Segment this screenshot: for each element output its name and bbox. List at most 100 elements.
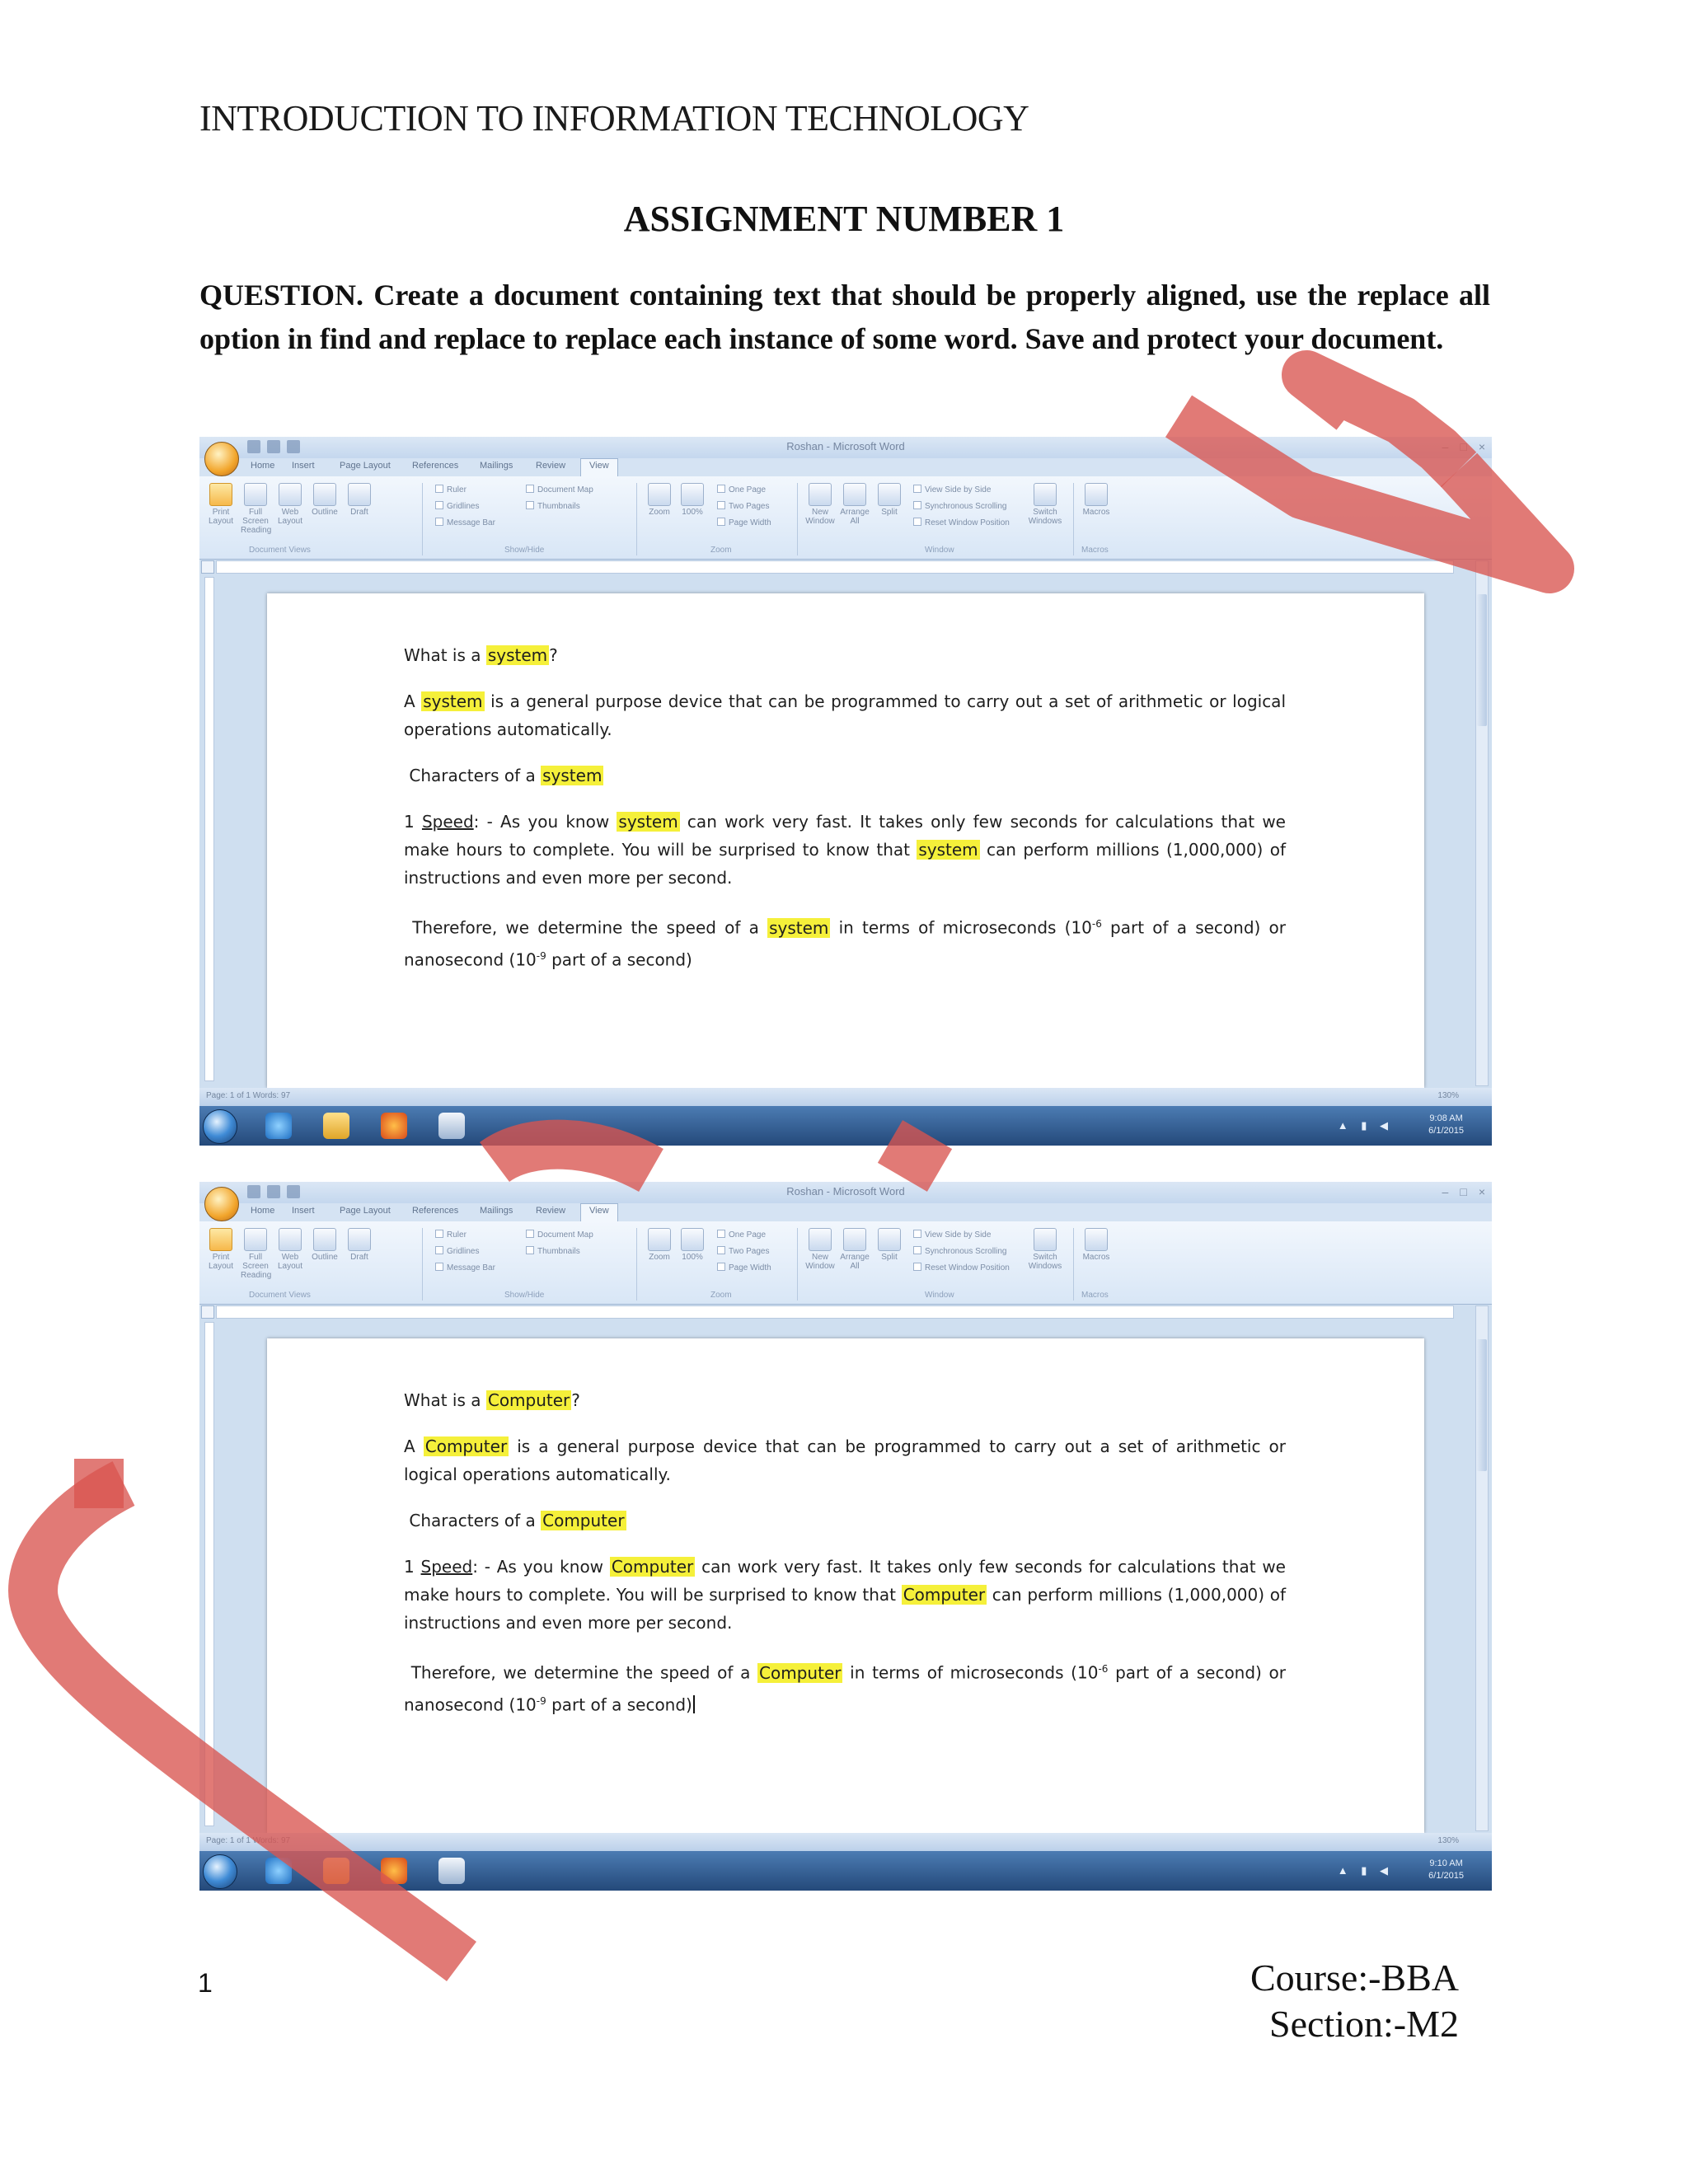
folder-icon[interactable]	[323, 1113, 349, 1139]
document-page[interactable]: What is a Computer? A Computer is a gene…	[267, 1338, 1424, 1833]
internet-explorer-icon[interactable]	[265, 1113, 292, 1139]
status-zoom[interactable]: 130%	[1437, 1836, 1459, 1845]
start-button[interactable]	[203, 1109, 237, 1144]
document-map-checkbox[interactable]: Document Map	[526, 1230, 593, 1240]
zoom-100-button[interactable]: 100%	[678, 1228, 707, 1262]
macros-button[interactable]: Macros	[1081, 1228, 1111, 1262]
document-page[interactable]: What is a system? A system is a general …	[267, 593, 1424, 1088]
office-button[interactable]	[204, 442, 239, 476]
firefox-icon[interactable]	[381, 1858, 407, 1884]
tab-insert[interactable]: Insert	[292, 1206, 315, 1216]
tab-page-layout[interactable]: Page Layout	[340, 461, 391, 471]
tab-references[interactable]: References	[412, 1206, 458, 1216]
maximize-icon[interactable]: □	[1460, 1185, 1466, 1198]
two-pages-button[interactable]: Two Pages	[717, 501, 769, 511]
tab-mailings[interactable]: Mailings	[480, 1206, 513, 1216]
thumbnails-checkbox[interactable]: Thumbnails	[526, 1246, 580, 1256]
taskbar-clock[interactable]: 9:10 AM 6/1/2015	[1428, 1858, 1464, 1882]
close-icon[interactable]: ×	[1479, 1185, 1485, 1198]
outline-button[interactable]: Outline	[310, 483, 340, 517]
folder-icon[interactable]	[323, 1858, 349, 1884]
ruler-toggle[interactable]	[201, 1305, 214, 1319]
word-taskbar-icon[interactable]	[438, 1858, 465, 1884]
reset-window-position-button[interactable]: Reset Window Position	[913, 1263, 1010, 1272]
web-layout-button[interactable]: Web Layout	[275, 1228, 305, 1271]
view-side-by-side-button[interactable]: View Side by Side	[913, 485, 991, 494]
highlighted-word: system	[485, 645, 550, 665]
ruler-checkbox[interactable]: Ruler	[435, 1230, 467, 1240]
draft-button[interactable]: Draft	[345, 1228, 374, 1262]
doc-heading: What is a system?	[404, 645, 558, 665]
zoom-icon	[648, 1228, 671, 1251]
system-tray[interactable]: ▲ ▮ ◀	[1338, 1119, 1393, 1132]
web-layout-button[interactable]: Web Layout	[275, 483, 305, 526]
switch-windows-button[interactable]: Switch Windows	[1024, 1228, 1067, 1271]
split-button[interactable]: Split	[874, 483, 904, 517]
word-screenshot-before: Roshan - Microsoft Word – □ × Home Insert …	[199, 437, 1492, 1146]
tab-view[interactable]: View	[580, 458, 618, 478]
scroll-thumb[interactable]	[1477, 1339, 1487, 1471]
minimize-icon[interactable]: –	[1442, 1185, 1449, 1198]
horizontal-ruler[interactable]	[216, 560, 1454, 574]
close-icon[interactable]: ×	[1479, 440, 1485, 453]
draft-button[interactable]: Draft	[345, 483, 374, 517]
print-layout-button[interactable]: Print Layout	[206, 1228, 236, 1271]
message-bar-checkbox[interactable]: Message Bar	[435, 518, 495, 527]
tab-review[interactable]: Review	[536, 1206, 565, 1216]
word-taskbar-icon[interactable]	[438, 1113, 465, 1139]
new-window-button[interactable]: New Window	[805, 483, 835, 526]
full-screen-reading-button[interactable]: Full Screen Reading	[241, 1228, 271, 1280]
horizontal-ruler[interactable]	[216, 1305, 1454, 1319]
view-side-by-side-button[interactable]: View Side by Side	[913, 1230, 991, 1240]
internet-explorer-icon[interactable]	[265, 1858, 292, 1884]
outline-button[interactable]: Outline	[310, 1228, 340, 1262]
zoom-100-button[interactable]: 100%	[678, 483, 707, 517]
ruler-toggle[interactable]	[201, 560, 214, 574]
gridlines-checkbox[interactable]: Gridlines	[435, 1246, 479, 1256]
vertical-scrollbar[interactable]	[1475, 1305, 1489, 1831]
page-width-button[interactable]: Page Width	[717, 1263, 771, 1272]
split-button[interactable]: Split	[874, 1228, 904, 1262]
firefox-icon[interactable]	[381, 1113, 407, 1139]
macros-button[interactable]: Macros	[1081, 483, 1111, 517]
start-button[interactable]	[203, 1854, 237, 1889]
group-label-macros: Macros	[1081, 1291, 1109, 1300]
tab-home[interactable]: Home	[251, 461, 274, 471]
vertical-scrollbar[interactable]	[1475, 560, 1489, 1086]
full-screen-reading-button[interactable]: Full Screen Reading	[241, 483, 271, 535]
tab-review[interactable]: Review	[536, 461, 565, 471]
synchronous-scrolling-button[interactable]: Synchronous Scrolling	[913, 1246, 1007, 1256]
tab-view[interactable]: View	[580, 1203, 618, 1223]
tab-mailings[interactable]: Mailings	[480, 461, 513, 471]
office-button[interactable]	[204, 1187, 239, 1221]
ruler-checkbox[interactable]: Ruler	[435, 485, 467, 494]
arrange-all-button[interactable]: Arrange All	[840, 483, 870, 526]
tab-page-layout[interactable]: Page Layout	[340, 1206, 391, 1216]
document-map-checkbox[interactable]: Document Map	[526, 485, 593, 494]
one-page-button[interactable]: One Page	[717, 1230, 766, 1240]
tab-references[interactable]: References	[412, 461, 458, 471]
system-tray[interactable]: ▲ ▮ ◀	[1338, 1864, 1393, 1877]
zoom-button[interactable]: Zoom	[645, 1228, 674, 1262]
taskbar-clock[interactable]: 9:08 AM 6/1/2015	[1428, 1113, 1464, 1137]
message-bar-checkbox[interactable]: Message Bar	[435, 1263, 495, 1272]
print-layout-button[interactable]: Print Layout	[206, 483, 236, 526]
switch-windows-button[interactable]: Switch Windows	[1024, 483, 1067, 526]
maximize-icon[interactable]: □	[1460, 440, 1466, 453]
minimize-icon[interactable]: –	[1442, 440, 1449, 453]
tab-home[interactable]: Home	[251, 1206, 274, 1216]
gridlines-checkbox[interactable]: Gridlines	[435, 501, 479, 511]
synchronous-scrolling-button[interactable]: Synchronous Scrolling	[913, 501, 1007, 511]
thumbnails-checkbox[interactable]: Thumbnails	[526, 501, 580, 511]
page-width-button[interactable]: Page Width	[717, 518, 771, 527]
two-pages-button[interactable]: Two Pages	[717, 1246, 769, 1256]
zoom-button[interactable]: Zoom	[645, 483, 674, 517]
reset-window-position-button[interactable]: Reset Window Position	[913, 518, 1010, 527]
new-window-button[interactable]: New Window	[805, 1228, 835, 1271]
window-titlebar: Roshan - Microsoft Word – □ ×	[199, 437, 1492, 458]
status-zoom[interactable]: 130%	[1437, 1091, 1459, 1100]
one-page-button[interactable]: One Page	[717, 485, 766, 494]
scroll-thumb[interactable]	[1477, 594, 1487, 726]
tab-insert[interactable]: Insert	[292, 461, 315, 471]
arrange-all-button[interactable]: Arrange All	[840, 1228, 870, 1271]
